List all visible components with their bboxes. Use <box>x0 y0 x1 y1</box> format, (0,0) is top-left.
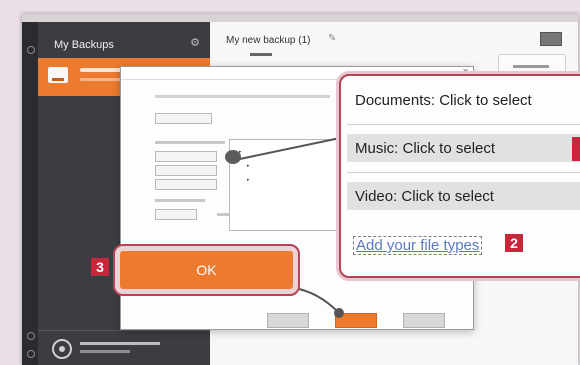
music-select-label: Music: Click to select <box>355 140 496 157</box>
page-title: My new backup (1) <box>226 35 311 46</box>
add-file-types-link[interactable]: Add your file types <box>353 236 483 255</box>
rail-icon[interactable] <box>27 46 35 54</box>
dialog-text-line <box>155 141 225 144</box>
step-badge-2: 2 <box>505 234 523 252</box>
disc-icon[interactable] <box>52 339 72 359</box>
sidebar-footer <box>38 330 210 365</box>
video-dropdown[interactable] <box>155 179 217 190</box>
backup-drive-icon <box>48 67 68 83</box>
rail-icon[interactable] <box>27 350 35 358</box>
video-row[interactable]: Video: Click to select <box>347 182 580 210</box>
file-types-zoom-callout: Documents: Click to select Music: Click … <box>339 74 580 278</box>
preset-dropdown[interactable] <box>155 113 212 124</box>
music-dropdown[interactable] <box>155 165 217 176</box>
ok-button[interactable] <box>335 313 377 328</box>
sidebar-title: My Backups <box>54 39 114 51</box>
main-subtitle <box>250 53 272 56</box>
ok-button-zoomed[interactable]: OK <box>120 251 293 289</box>
divider <box>347 172 580 173</box>
title-bar <box>22 14 578 22</box>
edit-icon[interactable]: ✎ <box>328 33 336 44</box>
tree-node[interactable]: ▸ <box>247 163 250 169</box>
footer-text <box>80 342 160 345</box>
callout-dot <box>225 150 241 164</box>
tree-node[interactable]: ▸ <box>247 177 250 183</box>
view-mode-icon[interactable] <box>540 32 562 46</box>
video-select-label: Video: Click to select <box>355 188 494 205</box>
size-field[interactable] <box>155 209 197 220</box>
documents-row[interactable]: Documents: Click to select <box>347 86 580 114</box>
left-rail <box>22 22 38 365</box>
documents-dropdown[interactable] <box>155 151 217 162</box>
music-row[interactable]: Music: Click to select <box>347 134 580 162</box>
footer-subtext <box>80 350 130 353</box>
dialog-text-line <box>155 199 205 202</box>
music-row-marker <box>572 137 580 161</box>
ok-zoom-callout: OK <box>113 244 300 296</box>
gear-icon[interactable]: ⚙ <box>190 36 200 49</box>
cancel-button[interactable] <box>403 313 445 328</box>
divider <box>347 124 580 125</box>
documents-select-label: Documents: Click to select <box>355 92 532 109</box>
back-button[interactable] <box>267 313 309 328</box>
step-badge-3: 3 <box>91 258 109 276</box>
dialog-description <box>155 95 330 98</box>
rail-icon[interactable] <box>27 332 35 340</box>
